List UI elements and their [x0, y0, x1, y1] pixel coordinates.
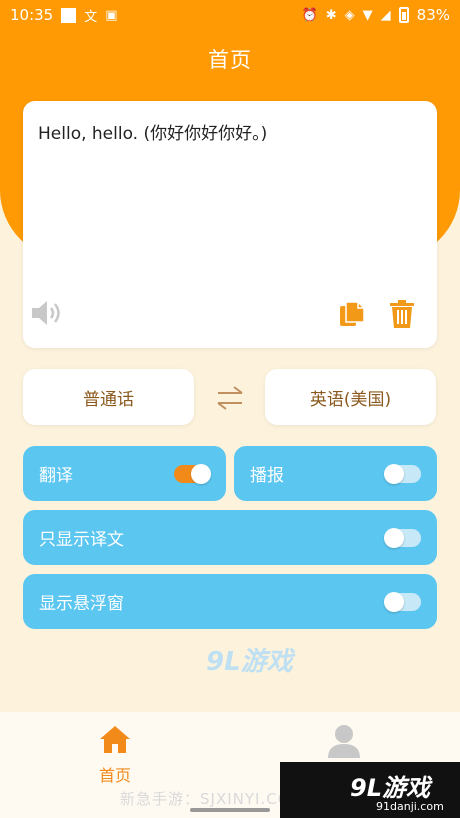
alarm-icon: ⏰	[301, 7, 318, 23]
brand-watermark: 9L游戏 91danji.com	[280, 762, 460, 818]
floating-window-label: 显示悬浮窗	[39, 594, 124, 614]
switch-knob	[384, 528, 404, 548]
brand-watermark-url: 91danji.com	[376, 800, 444, 813]
vibrate-icon: ◈	[344, 7, 355, 23]
target-language-button[interactable]: 英语(美国)	[265, 369, 436, 425]
swap-languages-icon[interactable]	[214, 384, 246, 412]
translation-text: Hello, hello. (你好你好你好。)	[38, 124, 268, 144]
floating-window-switch[interactable]	[384, 592, 421, 612]
only-translation-switch[interactable]	[384, 528, 421, 548]
only-translation-toggle-row[interactable]: 只显示译文	[23, 510, 437, 565]
home-icon	[100, 726, 130, 753]
floating-window-toggle-row[interactable]: 显示悬浮窗	[23, 574, 437, 629]
person-icon	[328, 725, 360, 758]
copy-icon[interactable]	[338, 300, 366, 328]
nav-profile[interactable]	[326, 724, 362, 762]
translate-label: 翻译	[39, 466, 73, 486]
translate-toggle-row[interactable]: 翻译	[23, 446, 226, 501]
wifi-icon: ▼	[362, 7, 373, 23]
nav-home-label: 首页	[98, 766, 131, 785]
bluetooth-icon: ✱	[325, 7, 337, 23]
translation-card: Hello, hello. (你好你好你好。)	[23, 101, 437, 348]
brand-watermark-logo: 9L游戏	[350, 774, 430, 802]
translate-switch[interactable]	[174, 464, 211, 484]
gesture-bar	[190, 808, 270, 812]
status-time: 10:35	[10, 6, 54, 24]
speaker-icon[interactable]	[30, 298, 64, 328]
battery-percent: 83%	[416, 6, 450, 24]
trash-icon[interactable]	[389, 300, 415, 328]
only-translation-label: 只显示译文	[39, 530, 124, 550]
switch-knob	[384, 592, 404, 612]
source-language-button[interactable]: 普通话	[23, 369, 194, 425]
status-bar: 10:35 文 ▣ ⏰ ✱ ◈ ▼ ◢ 83%	[0, 0, 460, 30]
square-icon	[61, 7, 77, 23]
switch-knob	[384, 464, 404, 484]
battery-icon	[398, 7, 409, 23]
broadcast-toggle-row[interactable]: 播报	[234, 446, 437, 501]
page-title: 首页	[208, 48, 252, 72]
site-watermark: 新急手游：SJXINYI.COM	[120, 790, 305, 808]
signal-icon: ◢	[380, 7, 391, 23]
translate-icon: 文	[84, 9, 98, 25]
nav-home[interactable]: 首页	[85, 724, 145, 786]
broadcast-label: 播报	[250, 466, 284, 486]
center-watermark: 9L游戏	[206, 647, 293, 677]
broadcast-switch[interactable]	[384, 464, 421, 484]
a-icon: ▣	[105, 7, 118, 23]
switch-knob	[191, 464, 211, 484]
